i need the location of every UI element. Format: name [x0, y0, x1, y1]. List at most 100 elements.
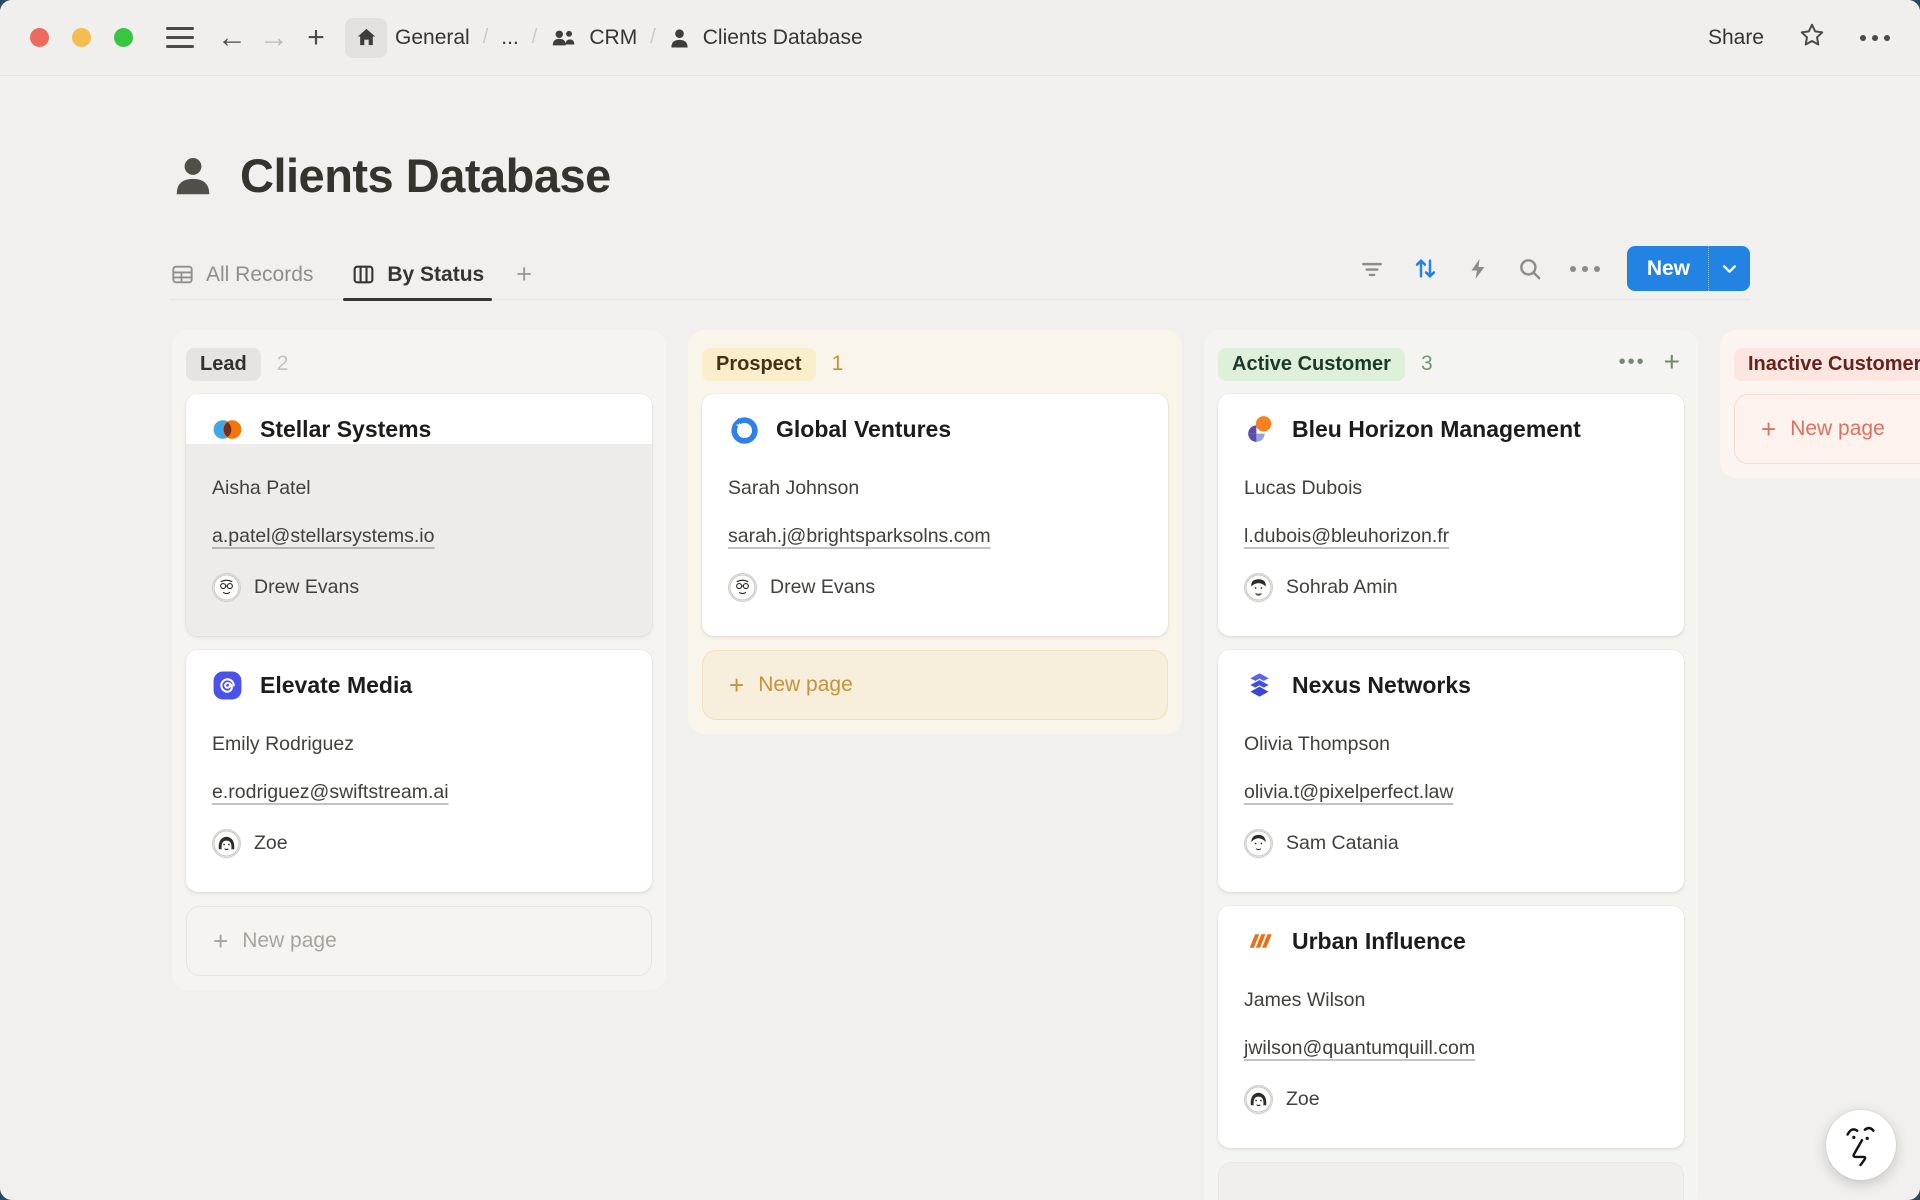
- new-page-button-prospect[interactable]: + New page: [702, 650, 1168, 720]
- new-page-button-inactive[interactable]: + New page: [1734, 394, 1920, 464]
- person-icon: [669, 27, 690, 49]
- new-record-dropdown[interactable]: [1708, 246, 1750, 291]
- owner-row: Zoe: [1244, 1085, 1658, 1114]
- zoom-window-button[interactable]: [114, 28, 133, 47]
- home-button[interactable]: [345, 18, 387, 58]
- breadcrumb: General / ... / CRM / Clients Database: [395, 26, 863, 50]
- breadcrumb-item-clients-database[interactable]: Clients Database: [703, 26, 863, 50]
- column-add-card-icon[interactable]: +: [1664, 348, 1680, 376]
- page-header: Clients Database: [170, 148, 611, 203]
- column-active-customer: Active Customer 3 ••• + Bleu Horizon Man…: [1204, 330, 1698, 1200]
- global-ventures-logo-icon: [728, 414, 759, 445]
- status-pill-prospect[interactable]: Prospect: [702, 348, 816, 381]
- search-icon[interactable]: [1517, 256, 1543, 282]
- tab-by-status[interactable]: By Status: [351, 250, 484, 299]
- sidebar-menu-icon[interactable]: [159, 27, 201, 48]
- contact-email-link[interactable]: olivia.t@pixelperfect.law: [1244, 781, 1453, 804]
- forward-button[interactable]: →: [253, 17, 295, 59]
- card-nexus-networks[interactable]: Nexus Networks Olivia Thompson olivia.t@…: [1218, 650, 1684, 892]
- chevron-down-icon: [1722, 264, 1737, 274]
- stellar-systems-logo-icon: [212, 414, 243, 445]
- column-lead: Lead 2 Stellar Systems Aisha Patel a.pat…: [172, 330, 666, 990]
- home-icon: [355, 26, 378, 49]
- new-tab-button[interactable]: +: [295, 17, 337, 59]
- share-button[interactable]: Share: [1708, 26, 1764, 50]
- nexus-networks-logo-icon: [1244, 670, 1275, 701]
- minimize-window-button[interactable]: [72, 28, 91, 47]
- contact-name: Emily Rodriguez: [212, 733, 626, 756]
- window-toolbar: ← → + General / ... / CRM /: [0, 0, 1920, 76]
- contact-email-link[interactable]: e.rodriguez@swiftstream.ai: [212, 781, 449, 804]
- avatar-sohrab-amin: [1244, 573, 1273, 602]
- owner-row: Drew Evans: [728, 573, 1142, 602]
- company-name: Stellar Systems: [260, 416, 431, 443]
- page-title: Clients Database: [240, 148, 611, 203]
- owner-name: Zoe: [254, 832, 288, 855]
- bleu-horizon-logo-icon: [1244, 414, 1275, 445]
- notion-ai-button[interactable]: [1826, 1110, 1896, 1180]
- plus-icon: +: [1761, 416, 1776, 442]
- new-page-button-active-partial[interactable]: [1218, 1162, 1684, 1200]
- app-window: ← → + General / ... / CRM /: [0, 0, 1920, 1200]
- column-prospect-count: 1: [832, 352, 844, 376]
- breadcrumb-item-crm[interactable]: CRM: [589, 26, 637, 50]
- avatar-drew-evans: [728, 573, 757, 602]
- contact-email-link[interactable]: a.patel@stellarsystems.io: [212, 525, 434, 548]
- board-view-icon: [351, 262, 376, 287]
- contact-name: James Wilson: [1244, 989, 1658, 1012]
- favorite-star-icon[interactable]: [1798, 21, 1826, 54]
- breadcrumb-item-general[interactable]: General: [395, 26, 470, 50]
- view-controls: New: [1359, 246, 1750, 291]
- company-name: Urban Influence: [1292, 928, 1466, 955]
- contact-name: Lucas Dubois: [1244, 477, 1658, 500]
- close-window-button[interactable]: [30, 28, 49, 47]
- owner-row: Sohrab Amin: [1244, 573, 1658, 602]
- automation-lightning-icon[interactable]: [1466, 256, 1490, 282]
- card-elevate-media[interactable]: Elevate Media Emily Rodriguez e.rodrigue…: [186, 650, 652, 892]
- contact-email-link[interactable]: l.dubois@bleuhorizon.fr: [1244, 525, 1449, 548]
- column-inactive-header: Inactive Customer: [1734, 342, 1920, 386]
- column-active-header: Active Customer 3 ••• +: [1218, 342, 1684, 386]
- card-urban-influence[interactable]: Urban Influence James Wilson jwilson@qua…: [1218, 906, 1684, 1148]
- company-name: Bleu Horizon Management: [1292, 416, 1581, 443]
- page-person-icon: [170, 153, 216, 199]
- column-menu-icon[interactable]: •••: [1619, 351, 1646, 374]
- contact-name: Olivia Thompson: [1244, 733, 1658, 756]
- owner-name: Drew Evans: [254, 576, 359, 599]
- filter-icon[interactable]: [1359, 256, 1385, 282]
- card-stellar-systems[interactable]: Stellar Systems Aisha Patel a.patel@stel…: [186, 394, 652, 636]
- status-pill-lead[interactable]: Lead: [186, 348, 261, 381]
- company-name: Global Ventures: [776, 416, 951, 443]
- contact-name: Sarah Johnson: [728, 477, 1142, 500]
- owner-row: Drew Evans: [212, 573, 626, 602]
- company-name: Nexus Networks: [1292, 672, 1471, 699]
- avatar-zoe: [1244, 1085, 1273, 1114]
- column-prospect: Prospect 1 Global Ventures Sarah Johnson…: [688, 330, 1182, 734]
- owner-row: Zoe: [212, 829, 626, 858]
- column-prospect-header: Prospect 1: [702, 342, 1168, 386]
- new-record-button[interactable]: New: [1627, 246, 1750, 291]
- back-button[interactable]: ←: [211, 17, 253, 59]
- breadcrumb-ellipsis[interactable]: ...: [501, 26, 519, 50]
- more-options-icon[interactable]: [1860, 35, 1890, 41]
- view-more-options-icon[interactable]: [1570, 266, 1600, 272]
- owner-name: Zoe: [1286, 1088, 1320, 1111]
- status-pill-inactive-customer[interactable]: Inactive Customer: [1734, 348, 1920, 381]
- column-active-count: 3: [1421, 352, 1433, 376]
- avatar-sam-catania: [1244, 829, 1273, 858]
- card-global-ventures[interactable]: Global Ventures Sarah Johnson sarah.j@br…: [702, 394, 1168, 636]
- ai-face-icon: [1840, 1122, 1882, 1168]
- sort-icon[interactable]: [1412, 255, 1439, 282]
- new-page-button-lead[interactable]: + New page: [186, 906, 652, 976]
- owner-name: Drew Evans: [770, 576, 875, 599]
- team-people-icon: [550, 27, 576, 49]
- tab-all-records[interactable]: All Records: [170, 250, 313, 299]
- owner-name: Sam Catania: [1286, 832, 1399, 855]
- contact-email-link[interactable]: jwilson@quantumquill.com: [1244, 1037, 1475, 1060]
- plus-icon: +: [729, 672, 744, 698]
- urban-influence-logo-icon: [1244, 926, 1275, 957]
- contact-email-link[interactable]: sarah.j@brightsparksolns.com: [728, 525, 991, 548]
- card-bleu-horizon-management[interactable]: Bleu Horizon Management Lucas Dubois l.d…: [1218, 394, 1684, 636]
- status-pill-active-customer[interactable]: Active Customer: [1218, 348, 1405, 381]
- add-view-button[interactable]: +: [516, 259, 532, 290]
